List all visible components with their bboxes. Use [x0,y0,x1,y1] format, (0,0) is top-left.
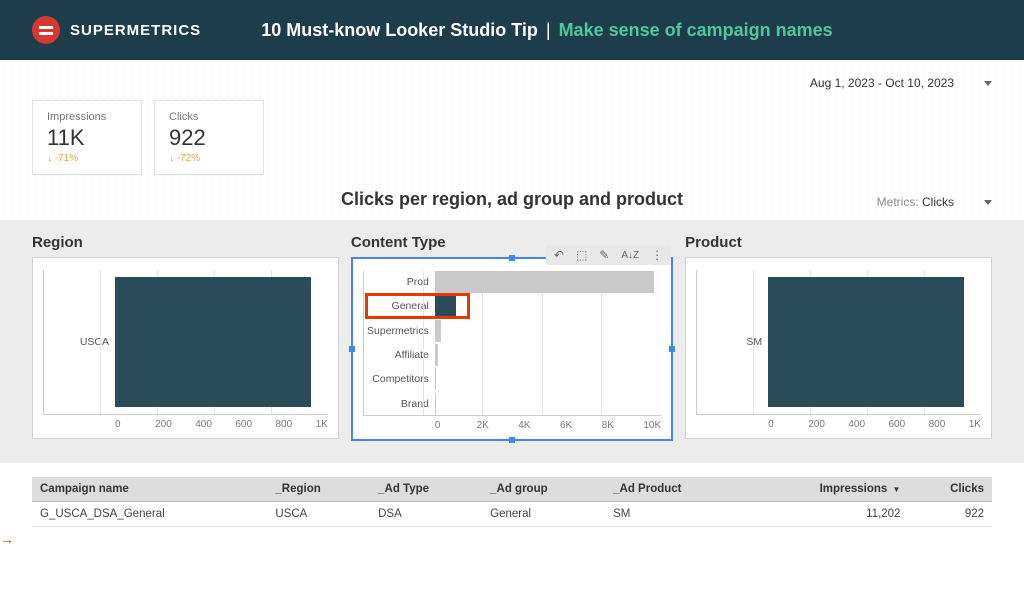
cell-name: G_USCA_DSA_General [32,502,267,527]
data-table-section: → Campaign name _Region _Ad Type _Ad gro… [0,463,1024,537]
cell-region: USCA [267,502,370,527]
col-impressions[interactable]: Impressions ▼ [746,477,908,502]
card-value: 11K [47,125,127,151]
product-chart-column: Product SM 02004006008001K [685,234,992,441]
product-chart[interactable]: SM 02004006008001K [685,257,992,439]
bar-row: Prod [363,271,661,293]
bar-fill [435,320,441,342]
bar-row: USCA [43,277,328,407]
cell-clicks: 922 [908,502,992,527]
bar-label: USCA [43,336,115,348]
content-chart-column: Content Type ↶ ⬚ ✎ A↓Z ⋮ Prod General Su… [351,234,673,441]
metric-value: Clicks [922,195,954,209]
col-region[interactable]: _Region [267,477,370,502]
col-adgroup[interactable]: _Ad group [482,477,605,502]
cell-adgroup: General [482,502,605,527]
card-delta: ↓ -71% [47,153,127,164]
x-axis: 02004006008001K [768,419,981,430]
bar-row: Affiliate [363,344,661,366]
cell-impressions: 11,202 [746,502,908,527]
region-chart-column: Region USCA 02004006008001K [32,234,339,441]
impressions-card[interactable]: Impressions 11K ↓ -71% [32,100,142,175]
card-delta: ↓ -72% [169,153,249,164]
page-subtitle: Make sense of campaign names [559,20,833,41]
bar-label: SM [696,336,768,348]
x-axis: 02K4K6K8K10K [435,420,661,431]
date-range-picker[interactable]: Aug 1, 2023 - Oct 10, 2023 [32,70,992,100]
bar-fill [768,277,964,407]
chart-heading: Product [685,234,992,251]
bar-fill [115,277,311,407]
brand-logo: SUPERMETRICS [32,16,201,44]
cell-adproduct: SM [605,502,746,527]
content-type-chart[interactable]: ↶ ⬚ ✎ A↓Z ⋮ Prod General Supermetrics Af… [351,257,673,441]
bar-fill [435,271,654,293]
logo-icon [32,16,60,44]
clicks-card[interactable]: Clicks 922 ↓ -72% [154,100,264,175]
chevron-down-icon [984,81,992,86]
title-separator: | [546,20,551,41]
bar-row: Brand [363,393,661,415]
card-label: Impressions [47,111,127,123]
bar-row: Supermetrics [363,320,661,342]
x-axis: 02004006008001K [115,419,328,430]
page-title: 10 Must-know Looker Studio Tip [261,20,538,41]
table-row[interactable]: G_USCA_DSA_General USCA DSA General SM 1… [32,502,992,527]
card-label: Clicks [169,111,249,123]
col-clicks[interactable]: Clicks [908,477,992,502]
bar-fill [435,368,436,390]
arrow-annotation: → [0,531,14,547]
sort-desc-icon: ▼ [893,485,901,494]
chart-heading: Region [32,234,339,251]
brand-name: SUPERMETRICS [70,22,201,39]
bar-row: General [363,295,661,317]
card-value: 922 [169,125,249,151]
bar-row: Competitors [363,368,661,390]
chevron-down-icon [984,200,992,205]
campaign-table[interactable]: Campaign name _Region _Ad Type _Ad group… [32,477,992,527]
col-adtype[interactable]: _Ad Type [370,477,482,502]
date-range-text: Aug 1, 2023 - Oct 10, 2023 [810,76,954,90]
region-chart[interactable]: USCA 02004006008001K [32,257,339,439]
section-title: Clicks per region, ad group and product [32,189,992,210]
metric-label: Metrics: [877,195,919,209]
canvas-area: Aug 1, 2023 - Oct 10, 2023 Impressions 1… [0,60,1024,210]
col-adproduct[interactable]: _Ad Product [605,477,746,502]
charts-row: Region USCA 02004006008001K Content Type [0,220,1024,463]
cell-adtype: DSA [370,502,482,527]
bar-fill [435,344,438,366]
scorecard-row: Impressions 11K ↓ -71% Clicks 922 ↓ -72% [32,100,992,175]
bar-fill [435,295,456,317]
bar-row: SM [696,277,981,407]
app-header: SUPERMETRICS 10 Must-know Looker Studio … [0,0,1024,60]
col-campaign-name[interactable]: Campaign name [32,477,267,502]
